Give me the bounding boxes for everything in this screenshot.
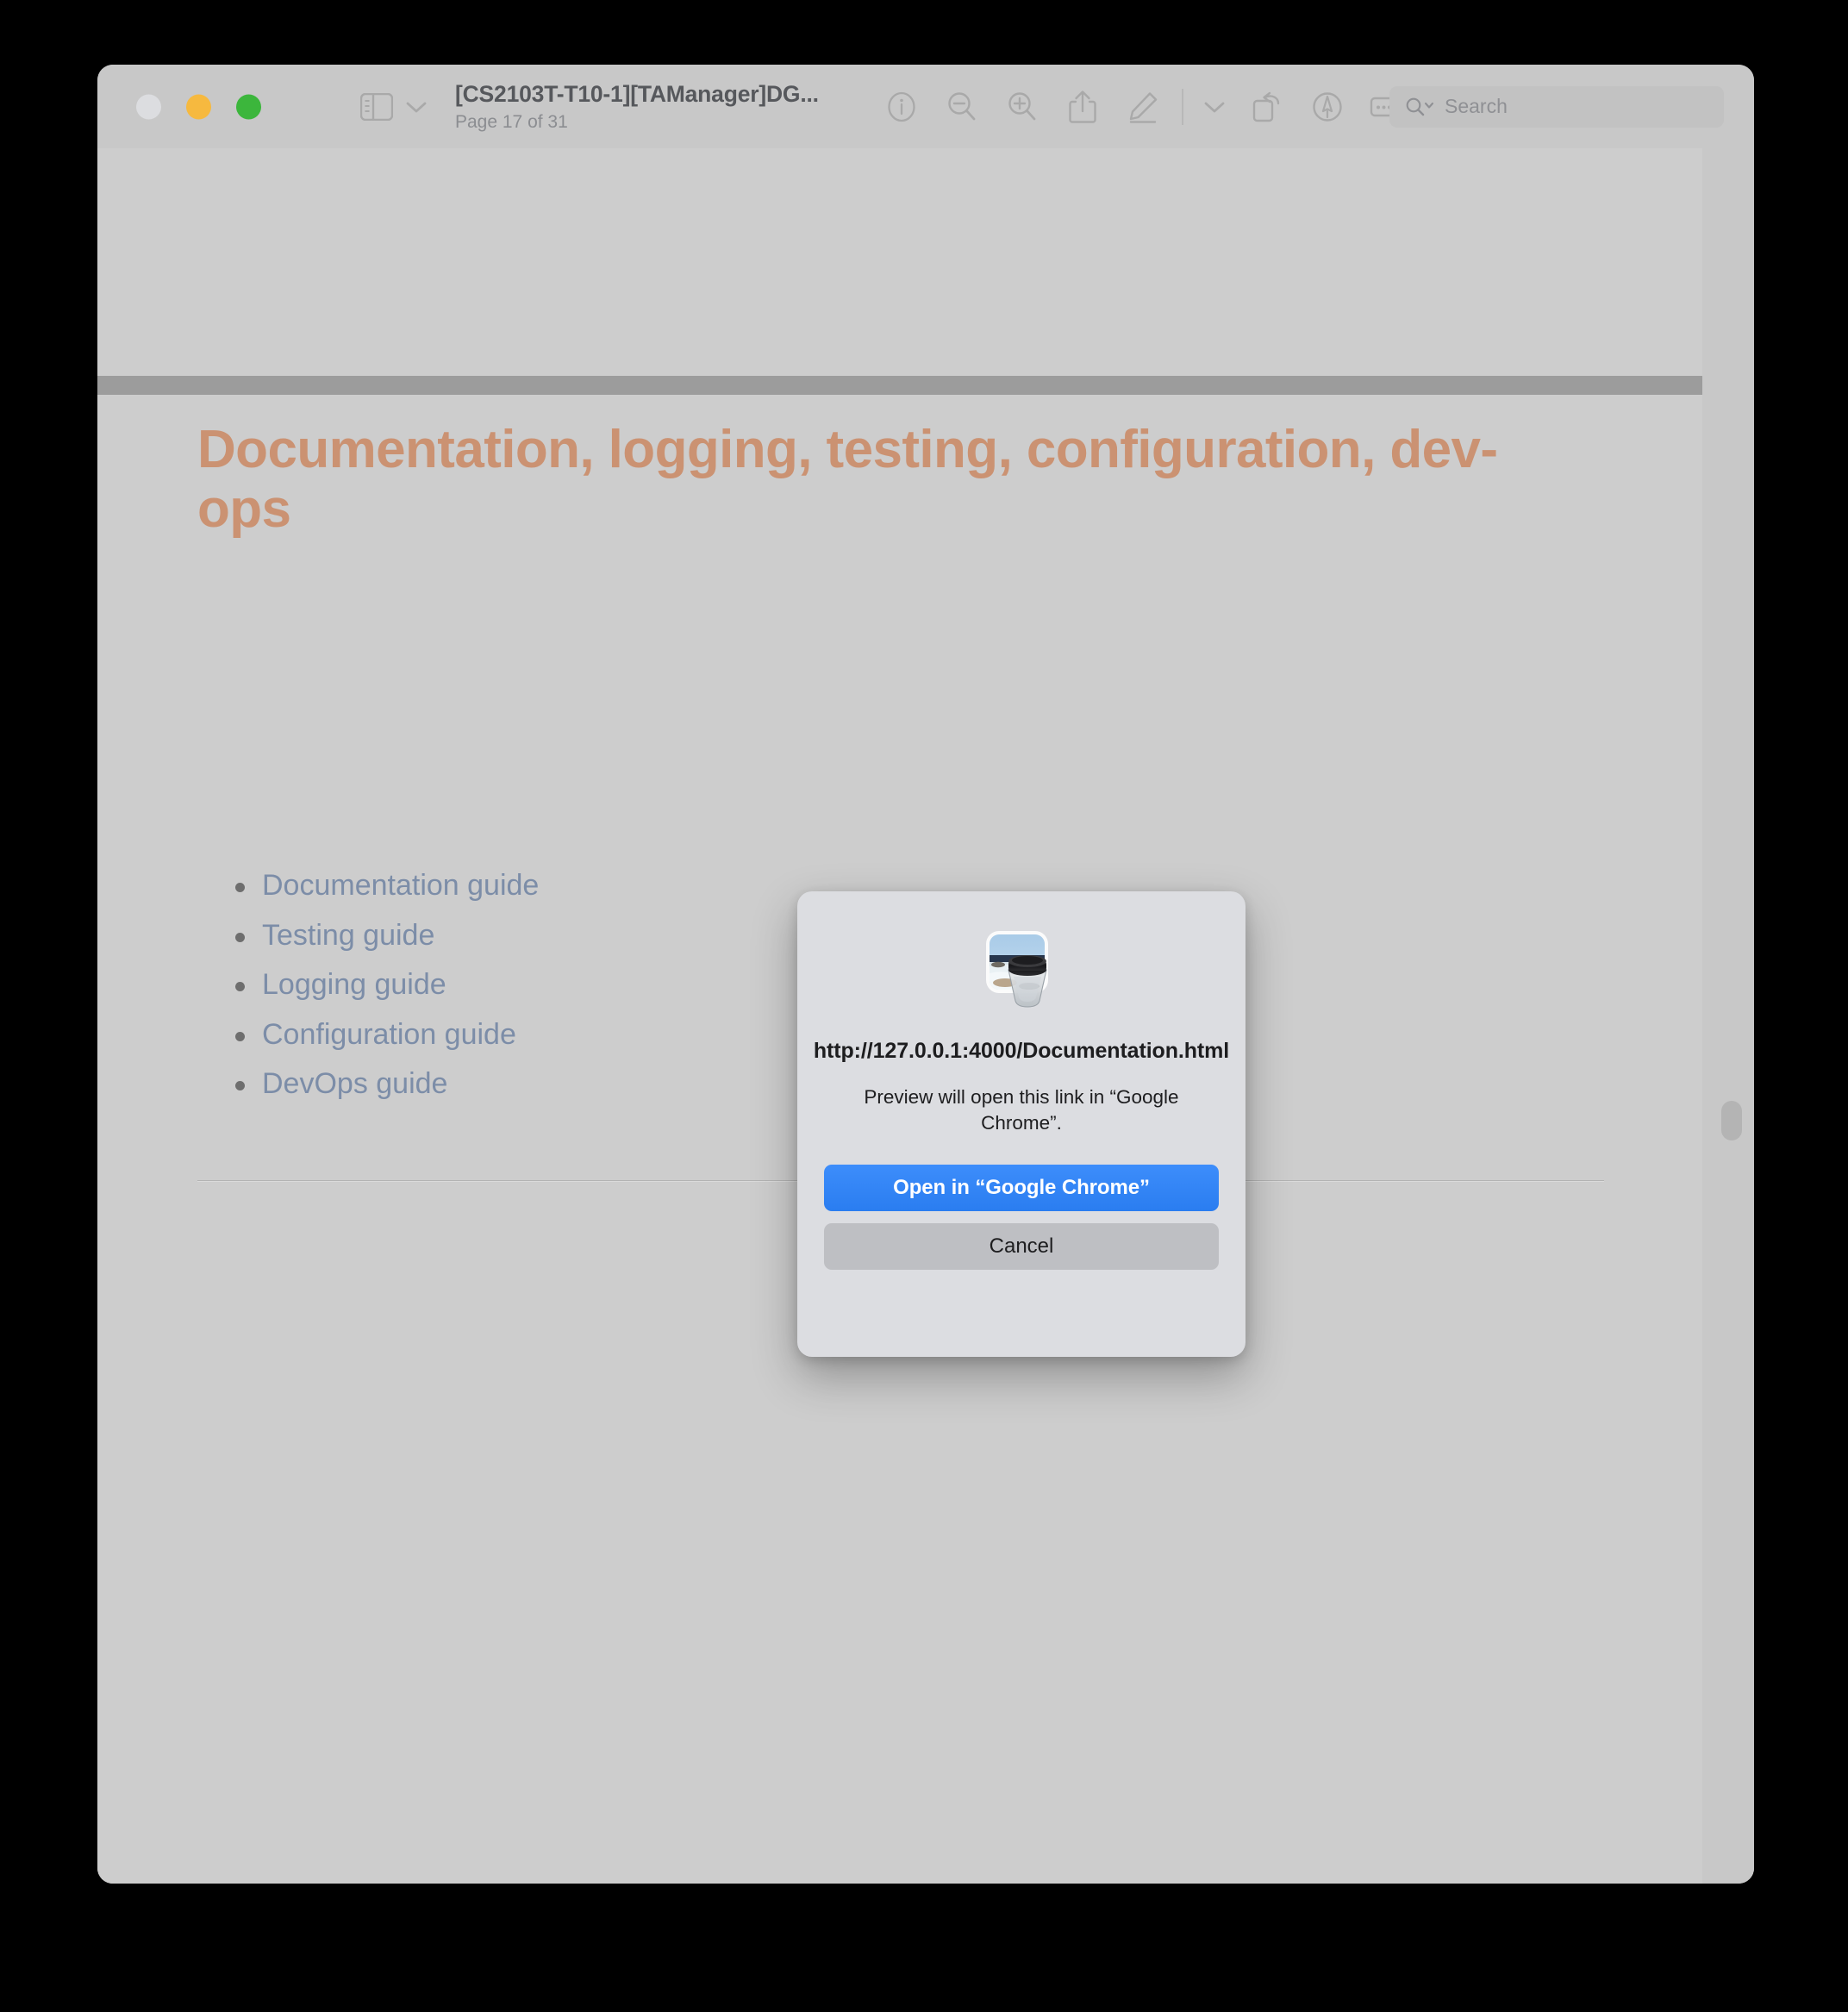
sidebar-toggle-group[interactable]: [360, 92, 428, 121]
preview-window: [CS2103T-T10-1][TAManager]DG... Page 17 …: [97, 65, 1754, 1884]
share-button[interactable]: [1052, 79, 1113, 134]
toolbar-divider: [1182, 88, 1183, 125]
info-button[interactable]: [871, 79, 932, 134]
list-item[interactable]: DevOps guide: [197, 1069, 539, 1098]
open-link-dialog: http://127.0.0.1:4000/Documentation.html…: [797, 891, 1246, 1357]
dialog-url: http://127.0.0.1:4000/Documentation.html: [813, 1039, 1230, 1063]
page-indicator: Page 17 of 31: [455, 111, 568, 132]
link-label[interactable]: DevOps guide: [262, 1067, 447, 1100]
cancel-button[interactable]: Cancel: [824, 1222, 1219, 1270]
guide-link-list: Documentation guide Testing guide Loggin…: [197, 871, 539, 1119]
document-heading: Documentation, logging, testing, configu…: [197, 420, 1498, 539]
page-title: [CS2103T-T10-1][TAManager]DG...: [455, 80, 819, 107]
markup-pen-button[interactable]: [1113, 79, 1173, 134]
list-item[interactable]: Configuration guide: [197, 1020, 539, 1049]
maximize-button[interactable]: [236, 94, 261, 119]
markup-options-chevron-button[interactable]: [1192, 79, 1237, 134]
link-label[interactable]: Testing guide: [262, 919, 434, 952]
scrollbar-thumb[interactable]: [1721, 1101, 1742, 1140]
screen: [CS2103T-T10-1][TAManager]DG... Page 17 …: [0, 0, 1848, 2012]
document-scroll-area[interactable]: Documentation, logging, testing, configu…: [97, 148, 1754, 1884]
minimize-button[interactable]: [186, 94, 211, 119]
toolbar-icon-group: [871, 79, 1418, 134]
link-label[interactable]: Configuration guide: [262, 1018, 516, 1051]
list-item[interactable]: Documentation guide: [197, 871, 539, 900]
dialog-message: Preview will open this link in “Google C…: [864, 1086, 1179, 1134]
traffic-lights: [136, 94, 261, 119]
vertical-scrollbar[interactable]: [1702, 148, 1754, 1884]
search-input[interactable]: Search: [1389, 85, 1724, 128]
document-title-block: [CS2103T-T10-1][TAManager]DG... Page 17 …: [455, 80, 860, 132]
previous-page: [97, 148, 1702, 376]
list-item[interactable]: Logging guide: [197, 970, 539, 999]
zoom-in-button[interactable]: [992, 79, 1052, 134]
list-item[interactable]: Testing guide: [197, 921, 539, 950]
search-placeholder: Search: [1445, 95, 1508, 117]
page-separator: [97, 376, 1702, 395]
sidebar-icon[interactable]: [360, 92, 393, 121]
search-icon[interactable]: [1405, 97, 1436, 117]
window-toolbar: [CS2103T-T10-1][TAManager]DG... Page 17 …: [97, 65, 1754, 148]
preview-app-icon: [979, 928, 1064, 1013]
open-in-chrome-button[interactable]: Open in “Google Chrome”: [824, 1164, 1219, 1211]
rotate-left-button[interactable]: [1237, 79, 1297, 134]
link-label[interactable]: Documentation guide: [262, 869, 539, 902]
chevron-down-icon[interactable]: [405, 100, 428, 114]
link-label[interactable]: Logging guide: [262, 968, 446, 1001]
close-button[interactable]: [136, 94, 161, 119]
annotate-pen-button[interactable]: [1297, 79, 1358, 134]
zoom-out-button[interactable]: [932, 79, 992, 134]
